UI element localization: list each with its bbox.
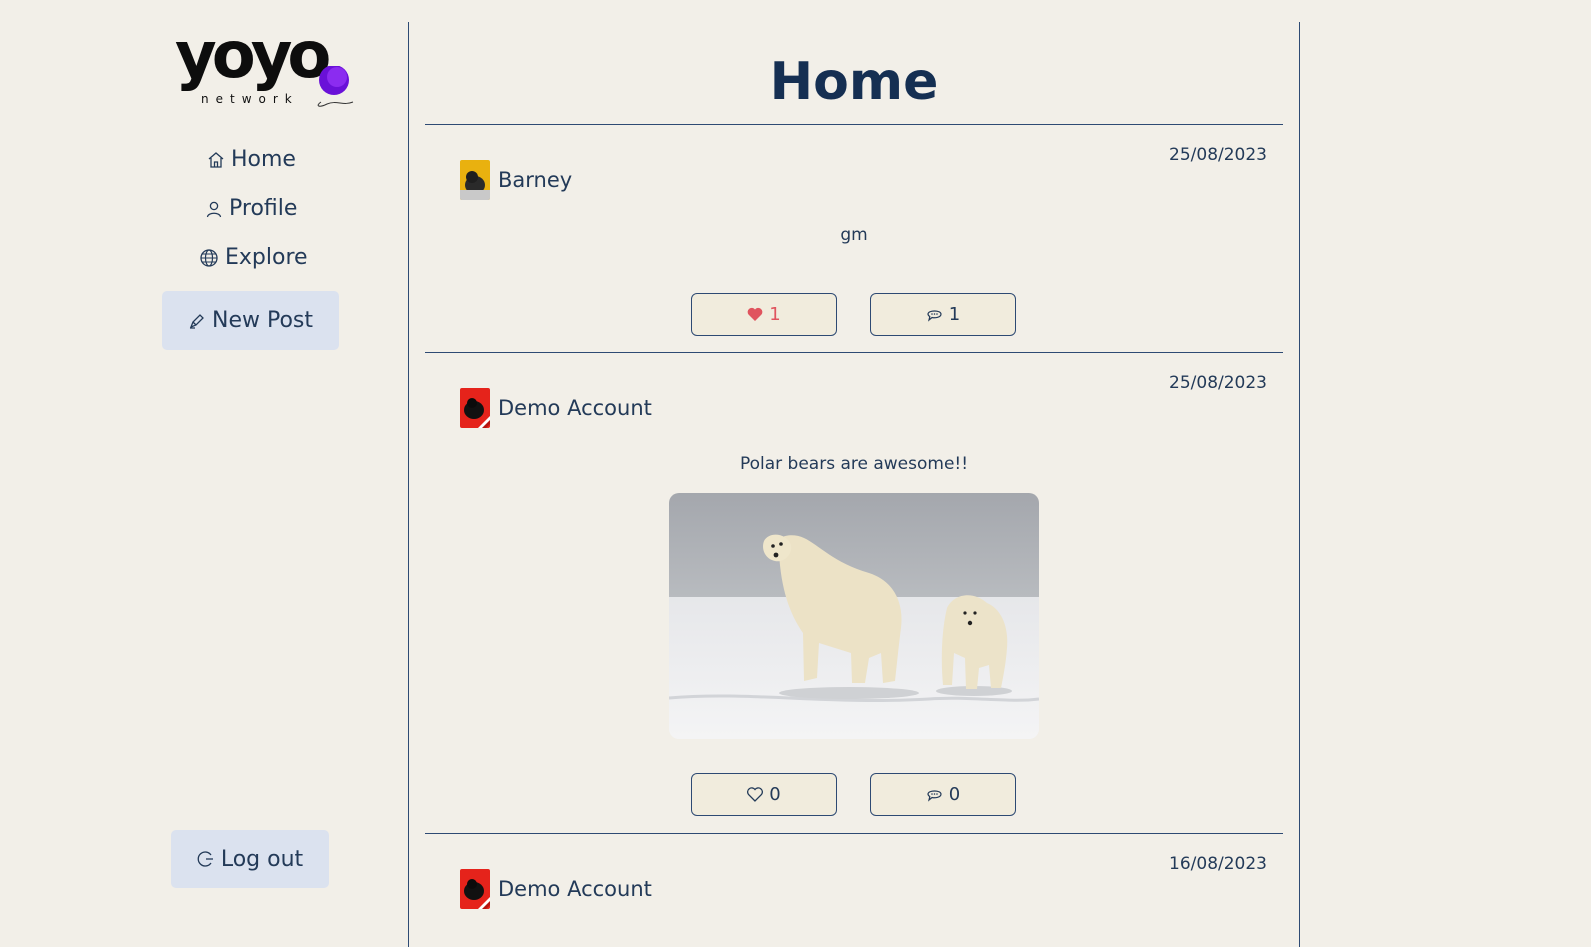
logo-wordmark: yoyo: [175, 19, 331, 93]
comment-button[interactable]: 1: [870, 293, 1016, 336]
author-name: Barney: [498, 168, 573, 192]
logout-button[interactable]: Log out: [171, 830, 329, 888]
sidebar: yoyo network Home Profile Explore New Po…: [0, 0, 408, 947]
comment-count: 1: [948, 304, 961, 325]
post-text: gm: [840, 225, 868, 245]
yoyo-ball-icon: [317, 66, 354, 107]
avatar: [460, 869, 490, 909]
logout-icon: [197, 851, 213, 867]
heart-filled-icon: [747, 307, 763, 321]
post-date: 16/08/2023: [1169, 854, 1267, 874]
feed-column: Home 25/08/2023 Barney gm 1 1 25/08/2023…: [408, 22, 1300, 947]
post-card[interactable]: 25/08/2023 Barney gm 1 1: [425, 125, 1283, 353]
post-date: 25/08/2023: [1169, 373, 1267, 393]
post-text: Polar bears are awesome!!: [739, 454, 969, 474]
nav-home-label: Home: [231, 147, 296, 172]
new-post-label: New Post: [211, 308, 313, 333]
nav-home[interactable]: Home: [207, 147, 317, 172]
page-title: Home: [769, 52, 939, 112]
comment-button[interactable]: 0: [870, 773, 1016, 816]
home-icon: [208, 151, 224, 168]
post-author[interactable]: Demo Account: [460, 869, 652, 909]
nav-profile-label: Profile: [229, 196, 298, 221]
logo-subtext: network: [201, 92, 299, 106]
user-icon: [206, 201, 222, 217]
avatar: [460, 388, 490, 428]
nav-explore-label: Explore: [225, 245, 308, 270]
like-count: 1: [769, 304, 781, 325]
post-author[interactable]: Barney: [460, 160, 572, 200]
post-image-polar-bears[interactable]: [669, 493, 1039, 739]
globe-icon: [200, 248, 218, 267]
post-author[interactable]: Demo Account: [460, 388, 652, 428]
comment-count: 0: [948, 784, 961, 805]
like-count: 0: [769, 784, 781, 805]
comment-icon: [927, 789, 942, 802]
pen-icon: [189, 313, 204, 329]
author-name: Demo Account: [498, 396, 652, 420]
post-card[interactable]: 16/08/2023 Demo Account: [425, 834, 1283, 947]
new-post-button[interactable]: New Post: [162, 291, 339, 350]
post-card[interactable]: 25/08/2023 Demo Account Polar bears are …: [425, 353, 1283, 833]
nav-profile[interactable]: Profile: [205, 196, 325, 221]
like-button[interactable]: 1: [691, 293, 837, 336]
avatar: [460, 160, 490, 200]
logout-label: Log out: [220, 846, 304, 872]
nav-explore[interactable]: Explore: [199, 245, 319, 270]
comment-icon: [927, 309, 942, 322]
post-date: 25/08/2023: [1169, 145, 1267, 165]
author-name: Demo Account: [498, 877, 652, 901]
heart-outline-icon: [747, 787, 764, 802]
like-button[interactable]: 0: [691, 773, 837, 816]
yoyo-network-logo[interactable]: yoyo network: [175, 24, 360, 112]
